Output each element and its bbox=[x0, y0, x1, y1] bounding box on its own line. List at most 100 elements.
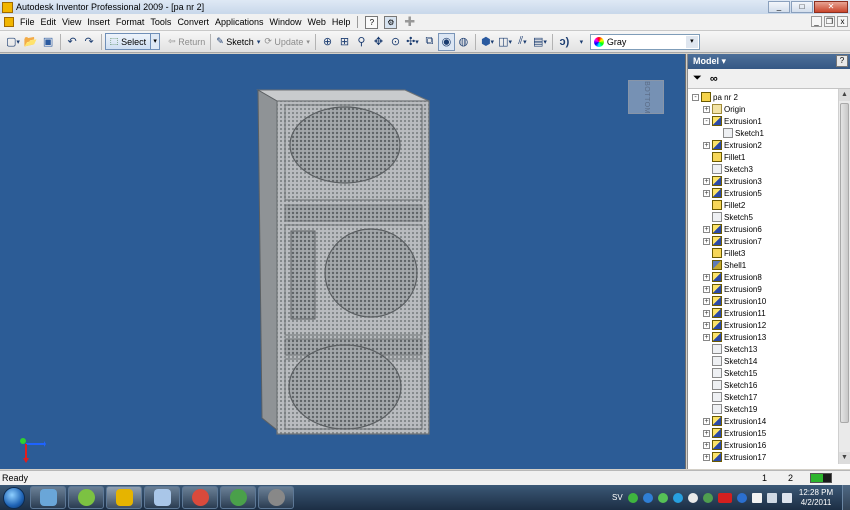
document-icon[interactable] bbox=[4, 17, 14, 27]
doc-close-button[interactable]: x bbox=[837, 16, 848, 27]
doc-restore-button[interactable]: ❐ bbox=[824, 16, 835, 27]
taskbar-button[interactable] bbox=[68, 486, 104, 509]
menu-format[interactable]: Format bbox=[113, 15, 148, 30]
save-icon[interactable]: ▣ bbox=[40, 33, 57, 51]
browser-scrollbar[interactable]: ▲ ▼ bbox=[838, 89, 850, 464]
scroll-thumb[interactable] bbox=[840, 103, 849, 423]
more-options-icon[interactable]: ▾ bbox=[573, 33, 590, 51]
zoom-selected-icon[interactable]: ⊙ bbox=[387, 33, 404, 51]
view-cube-icon[interactable]: ⬢ ▾ bbox=[479, 33, 496, 51]
update-button[interactable]: ⟳ Update ▾ bbox=[262, 33, 312, 51]
taskbar-button[interactable] bbox=[144, 486, 180, 509]
look-at-icon[interactable]: ⧉ bbox=[421, 33, 438, 51]
tree-item[interactable]: + Extrusion12 bbox=[703, 319, 766, 331]
expand-icon[interactable]: + bbox=[703, 273, 710, 281]
menu-window[interactable]: Window bbox=[266, 15, 304, 30]
expand-icon[interactable]: + bbox=[703, 441, 710, 449]
orbit-icon[interactable]: ✣ ▾ bbox=[404, 33, 421, 51]
tray-info-icon[interactable] bbox=[642, 492, 653, 503]
chevron-down-icon[interactable]: ▾ bbox=[685, 35, 698, 48]
taskbar-button[interactable] bbox=[220, 486, 256, 509]
close-button[interactable]: ✕ bbox=[814, 1, 848, 13]
taskbar-button[interactable] bbox=[30, 486, 66, 509]
return-button[interactable]: ⇦ Return bbox=[166, 33, 207, 51]
tree-item[interactable]: Sketch16 bbox=[703, 379, 757, 391]
tree-item[interactable]: - Extrusion1 bbox=[703, 115, 762, 127]
tree-item[interactable]: - pa nr 2 bbox=[692, 91, 738, 103]
color-style-combo[interactable]: Gray ▾ bbox=[589, 33, 700, 50]
start-button[interactable] bbox=[0, 485, 28, 510]
open-folder-icon[interactable]: 📂 bbox=[22, 33, 40, 51]
new-file-icon[interactable]: ▢ ▾ bbox=[4, 33, 22, 51]
tree-item[interactable]: Sketch17 bbox=[703, 391, 757, 403]
zoom-window-icon[interactable]: ⊞ bbox=[336, 33, 353, 51]
tree-item[interactable]: Sketch1 bbox=[714, 127, 764, 139]
expand-icon[interactable]: + bbox=[703, 321, 710, 329]
scroll-down-icon[interactable]: ▼ bbox=[839, 452, 850, 464]
sketch-button[interactable]: ✎ Sketch ▾ bbox=[214, 33, 262, 51]
tree-item[interactable]: + Extrusion10 bbox=[703, 295, 766, 307]
section-view-icon[interactable]: ◫ ▾ bbox=[496, 33, 514, 51]
taskbar-button[interactable] bbox=[182, 486, 218, 509]
scroll-up-icon[interactable]: ▲ bbox=[839, 89, 850, 101]
expand-icon[interactable]: + bbox=[703, 177, 710, 185]
tree-item[interactable]: Fillet2 bbox=[703, 199, 745, 211]
expand-icon[interactable]: + bbox=[703, 141, 710, 149]
taskbar-clock[interactable]: 12:28 PM 4/2/2011 bbox=[794, 488, 838, 508]
select-dropdown-button[interactable]: ▾ bbox=[151, 33, 161, 50]
tray-plane-icon[interactable] bbox=[687, 492, 698, 503]
tree-item[interactable]: + Extrusion16 bbox=[703, 439, 766, 451]
shaded-display-icon[interactable]: ◉ bbox=[437, 32, 455, 51]
funnel-icon[interactable]: ⏷ bbox=[693, 72, 702, 85]
minimize-button[interactable]: _ bbox=[768, 1, 790, 13]
zoom-icon[interactable]: ⚲ bbox=[353, 33, 370, 51]
tree-item[interactable]: + Extrusion3 bbox=[703, 175, 762, 187]
expand-icon[interactable]: + bbox=[703, 285, 710, 293]
menu-insert[interactable]: Insert bbox=[84, 15, 113, 30]
tray-network-icon[interactable] bbox=[766, 492, 777, 503]
select-button[interactable]: ⬚ Select bbox=[104, 33, 152, 50]
tree-item[interactable]: + Extrusion15 bbox=[703, 427, 766, 439]
graphics-viewport[interactable]: BOTTOM bbox=[0, 54, 686, 469]
language-indicator[interactable]: SV bbox=[612, 493, 623, 502]
tree-item[interactable]: Fillet3 bbox=[703, 247, 745, 259]
tray-ati-icon[interactable] bbox=[717, 492, 732, 503]
expand-icon[interactable]: + bbox=[703, 429, 710, 437]
undo-icon[interactable]: ↶ bbox=[64, 33, 81, 51]
help-icon[interactable]: ? bbox=[365, 15, 379, 29]
expand-icon[interactable]: + bbox=[703, 309, 710, 317]
tree-item[interactable]: Sketch3 bbox=[703, 163, 753, 175]
expand-icon[interactable]: + bbox=[703, 333, 710, 341]
expand-icon[interactable]: + bbox=[703, 417, 710, 425]
browser-title[interactable]: Model ▾ bbox=[693, 56, 726, 67]
expand-icon[interactable]: + bbox=[703, 297, 710, 305]
menu-applications[interactable]: Applications bbox=[212, 15, 267, 30]
tree-item[interactable]: + Extrusion7 bbox=[703, 235, 762, 247]
tree-item[interactable]: + Extrusion11 bbox=[703, 307, 766, 319]
tree-item[interactable]: + Extrusion6 bbox=[703, 223, 762, 235]
tray-green-icon[interactable] bbox=[627, 492, 638, 503]
menu-tools[interactable]: Tools bbox=[147, 15, 174, 30]
tray-chat-icon[interactable] bbox=[657, 492, 668, 503]
expand-icon[interactable]: + bbox=[703, 225, 710, 233]
tree-item[interactable]: + Extrusion13 bbox=[703, 331, 766, 343]
tree-item[interactable]: + Extrusion9 bbox=[703, 283, 762, 295]
zoom-all-icon[interactable]: ⊕ bbox=[319, 33, 336, 51]
tray-bluetooth-icon[interactable] bbox=[736, 492, 747, 503]
menu-edit[interactable]: Edit bbox=[38, 15, 60, 30]
show-desktop-button[interactable] bbox=[842, 485, 850, 510]
tray-volume-icon[interactable] bbox=[781, 492, 792, 503]
mirror-icon[interactable]: ↄ) bbox=[556, 33, 573, 51]
tree-item[interactable]: Sketch5 bbox=[703, 211, 753, 223]
expand-icon[interactable]: + bbox=[703, 105, 710, 113]
tree-item[interactable]: + Origin bbox=[703, 103, 745, 115]
browser-help-icon[interactable]: ? bbox=[836, 55, 848, 67]
binoculars-icon[interactable]: ∞ bbox=[710, 73, 718, 85]
tree-item[interactable]: Sketch14 bbox=[703, 355, 757, 367]
tools-icon[interactable]: ⚙ bbox=[384, 15, 398, 29]
collapse-icon[interactable]: - bbox=[703, 117, 710, 125]
maximize-button[interactable]: □ bbox=[791, 1, 813, 13]
tray-skype-icon[interactable] bbox=[672, 492, 683, 503]
tree-item[interactable]: + Extrusion8 bbox=[703, 271, 762, 283]
taskbar-button[interactable] bbox=[106, 486, 142, 509]
